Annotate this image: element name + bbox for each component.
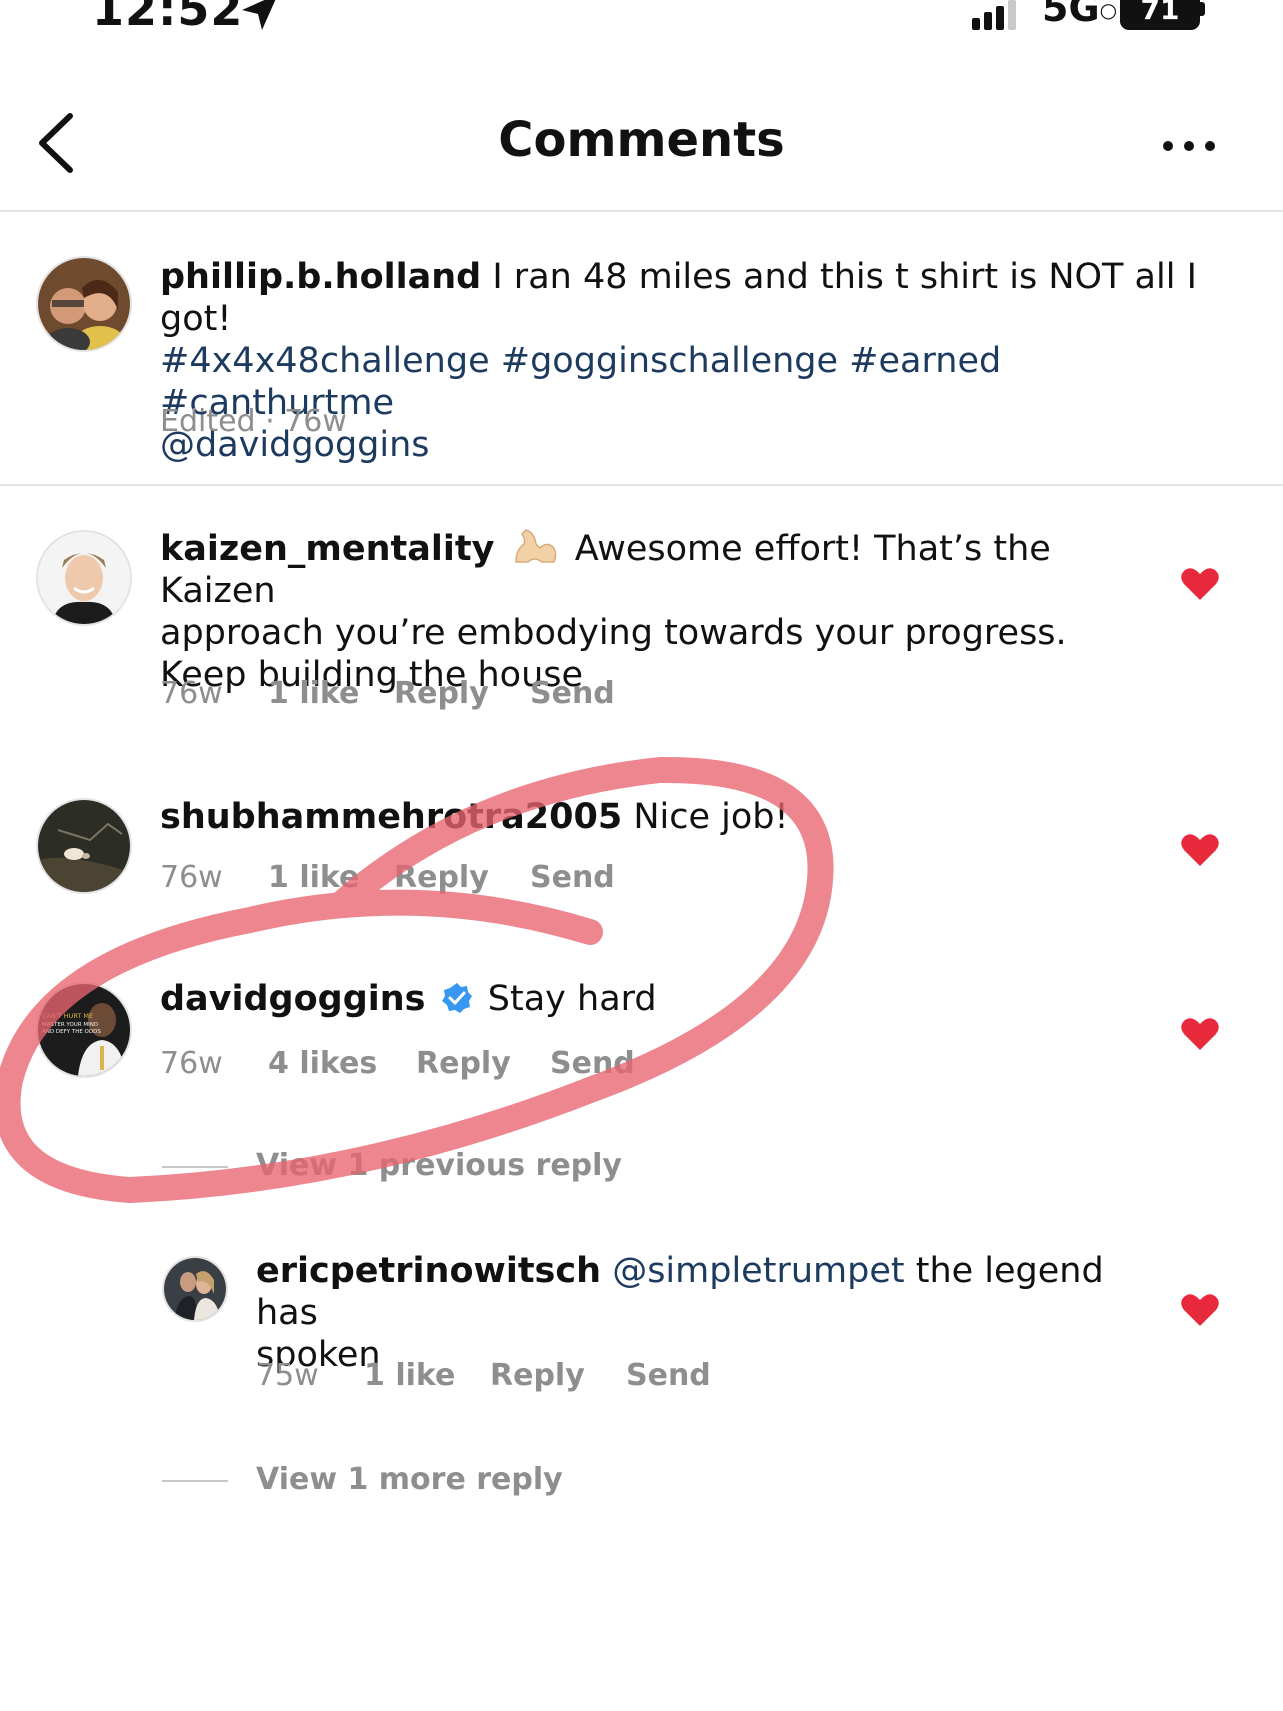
reply-time: 75w: [256, 1358, 319, 1393]
comment-time: 76w: [160, 676, 223, 711]
status-time: 12:52: [92, 0, 244, 36]
avatar-ericpetrinowitsch[interactable]: [162, 1256, 228, 1322]
reply-mention[interactable]: @simpletrumpet: [612, 1251, 904, 1291]
likes-count[interactable]: 1 like: [268, 860, 359, 895]
comment-actions: 76w 1 like Reply Send: [160, 676, 860, 716]
likes-count[interactable]: 4 likes: [268, 1046, 377, 1081]
comment-username[interactable]: shubhammehrotra2005: [160, 797, 622, 837]
thread-line: [162, 1480, 228, 1482]
comment-actions: 76w 4 likes Reply Send: [160, 1046, 860, 1086]
comment-username[interactable]: davidgoggins: [160, 979, 426, 1019]
comment-username[interactable]: kaizen_mentality: [160, 529, 494, 569]
reply-button[interactable]: Reply: [490, 1358, 585, 1393]
send-button[interactable]: Send: [626, 1358, 711, 1393]
more-options-icon[interactable]: [1160, 126, 1218, 166]
avatar-badge-line3: AND DEFY THE ODDS: [42, 1029, 101, 1035]
battery-nub: [1200, 2, 1205, 16]
avatar-phillip[interactable]: [36, 256, 132, 352]
post-divider: [0, 484, 1283, 486]
reply-button[interactable]: Reply: [394, 676, 489, 711]
post-meta: Edited · 76w: [160, 404, 347, 439]
view-more-replies-button[interactable]: View 1 more reply: [256, 1462, 563, 1497]
reply-button[interactable]: Reply: [394, 860, 489, 895]
flexed-biceps-icon: [514, 529, 556, 563]
reply-actions: 75w 1 like Reply Send: [256, 1358, 956, 1398]
heart-icon[interactable]: [1180, 566, 1220, 602]
location-arrow-icon: [242, 0, 276, 30]
comment-kaizen: kaizen_mentality Awesome effort! That’s …: [160, 526, 1140, 696]
signal-strength-icon: [972, 0, 1016, 30]
network-indicator: 5G○: [1042, 0, 1118, 30]
avatar-badge-line1: CAN'T HURT ME: [42, 1012, 93, 1020]
post-username[interactable]: phillip.b.holland: [160, 257, 481, 297]
header-divider: [0, 210, 1283, 212]
comment-davidgoggins: davidgoggins Stay hard: [160, 979, 657, 1019]
heart-icon[interactable]: [1180, 832, 1220, 868]
comment-time: 76w: [160, 1046, 223, 1081]
send-button[interactable]: Send: [530, 860, 615, 895]
comment-time: 76w: [160, 860, 223, 895]
view-previous-replies-button[interactable]: View 1 previous reply: [256, 1148, 622, 1183]
page-title: Comments: [498, 112, 785, 168]
avatar-davidgoggins[interactable]: CAN'T HURT ME MASTER YOUR MIND AND DEFY …: [36, 982, 132, 1078]
comment-actions: 76w 1 like Reply Send: [160, 860, 860, 900]
send-button[interactable]: Send: [550, 1046, 635, 1081]
thread-line: [162, 1166, 228, 1168]
avatar-badge-line2: MASTER YOUR MIND: [42, 1022, 98, 1028]
battery-indicator: 71: [1120, 0, 1200, 30]
comment-shubham: shubhammehrotra2005 Nice job!: [160, 797, 789, 837]
heart-icon[interactable]: [1180, 1292, 1220, 1328]
avatar-kaizen[interactable]: [36, 530, 132, 626]
heart-icon[interactable]: [1180, 1016, 1220, 1052]
send-button[interactable]: Send: [530, 676, 615, 711]
reply-button[interactable]: Reply: [416, 1046, 511, 1081]
likes-count[interactable]: 1 like: [268, 676, 359, 711]
likes-count[interactable]: 1 like: [364, 1358, 455, 1393]
reply-username[interactable]: ericpetrinowitsch: [256, 1251, 601, 1291]
verified-badge-icon: [441, 983, 472, 1013]
avatar-shubham[interactable]: [36, 798, 132, 894]
